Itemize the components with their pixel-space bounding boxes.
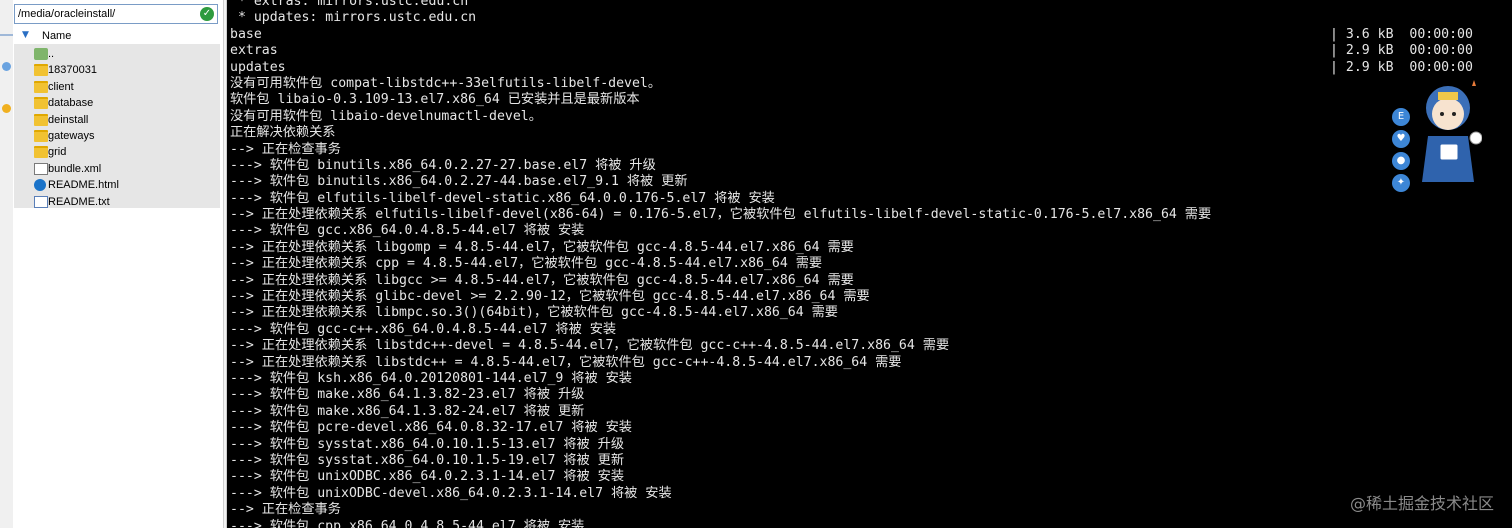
file-row[interactable]: 18370031 — [14, 62, 220, 78]
terminal-line: updates — [230, 59, 286, 75]
terminal-line: ---> 软件包 cpp.x86_64.0.4.8.5-44.el7 将被 安装 — [230, 518, 585, 528]
watermark: @稀土掘金技术社区 — [1349, 494, 1494, 513]
terminal-line: ---> 软件包 make.x86_64.1.3.82-24.el7 将被 更新 — [230, 403, 585, 419]
terminal-line: --> 正在处理依赖关系 libmpc.so.3()(64bit)，它被软件包 … — [230, 305, 838, 321]
terminal-line: ---> 软件包 ksh.x86_64.0.20120801-144.el7_9… — [230, 370, 632, 386]
text-file-icon — [34, 195, 48, 208]
toolbar-separator — [0, 34, 13, 36]
file-name: client — [48, 80, 74, 93]
heart-icon[interactable]: ♥ — [1392, 130, 1410, 148]
file-name: bundle.xml — [48, 162, 102, 175]
terminal-line: --> 正在处理依赖关系 libstdc++ = 4.8.5-44.el7，它被… — [230, 354, 902, 370]
terminal-line: * updates: mirrors.ustc.edu.cn — [230, 10, 477, 26]
terminal-line: --> 正在处理依赖关系 elfutils-libelf-devel(x86-6… — [230, 207, 1212, 223]
file-row[interactable]: database — [14, 95, 220, 111]
repo-download-status: | 3.6 kB 00:00:00 — [1330, 26, 1473, 42]
file-name: deinstall — [48, 113, 89, 126]
column-header-label: Name — [42, 30, 72, 42]
terminal-line: ---> 软件包 unixODBC-devel.x86_64.0.2.3.1-1… — [230, 485, 672, 501]
file-row[interactable]: deinstall — [14, 112, 220, 128]
repo-download-status: | 2.9 kB 00:00:00 — [1330, 59, 1473, 75]
file-name: grid — [48, 146, 67, 159]
terminal-line: ---> 软件包 elfutils-libelf-devel-static.x8… — [230, 190, 775, 206]
repo-download-status: | 2.9 kB 00:00:00 — [1330, 43, 1473, 59]
terminal-line: extras — [230, 43, 278, 59]
folder-icon — [34, 146, 48, 159]
terminal-line: --> 正在处理依赖关系 cpp = 4.8.5-44.el7，它被软件包 gc… — [230, 256, 823, 272]
terminal-output: * extras: mirrors.ustc.edu.cn * updates:… — [230, 0, 1510, 528]
terminal-line: 正在解决依赖关系 — [230, 125, 336, 141]
file-row[interactable]: client — [14, 79, 220, 95]
nav-arrow-icon[interactable] — [2, 62, 11, 71]
terminal-line: ---> 软件包 sysstat.x86_64.0.10.1.5-19.el7 … — [230, 452, 625, 468]
file-row[interactable]: .. — [14, 46, 220, 62]
terminal-line: --> 正在处理依赖关系 libgcc >= 4.8.5-44.el7，它被软件… — [230, 272, 854, 288]
terminal-line: 没有可用软件包 compat-libstdc++-33elfutils-libe… — [230, 75, 662, 91]
file-list: ▼ Name .. 18370031 client database deinstall… — [14, 28, 220, 208]
file-row[interactable]: bundle.xml — [14, 161, 220, 177]
folder-icon — [34, 64, 48, 77]
terminal-line: * extras: mirrors.ustc.edu.cn — [230, 0, 469, 9]
floating-widget[interactable]: E ♥ ● ✦ — [1392, 78, 1483, 192]
file-name: README.txt — [48, 195, 110, 208]
terminal-line: ---> 软件包 unixODBC.x86_64.0.2.3.1-14.el7 … — [230, 469, 625, 485]
widget-button-4[interactable]: ✦ — [1392, 174, 1410, 192]
terminal-line: ---> 软件包 gcc.x86_64.0.4.8.5-44.el7 将被 安装 — [230, 223, 585, 239]
path-input[interactable]: /media/oracleinstall/ ✓ — [14, 4, 218, 24]
terminal-line: ---> 软件包 binutils.x86_64.0.2.27-44.base.… — [230, 174, 688, 190]
folder-icon — [34, 130, 48, 142]
terminal-line: ---> 软件包 gcc-c++.x86_64.0.4.8.5-44.el7 将… — [230, 321, 617, 337]
check-icon[interactable]: ✓ — [200, 7, 214, 21]
parent-folder-icon — [34, 48, 48, 60]
status-light-icon[interactable] — [2, 104, 11, 113]
path-text: /media/oracleinstall/ — [18, 8, 116, 20]
terminal-window[interactable]: * extras: mirrors.ustc.edu.cn * updates:… — [227, 0, 1512, 528]
column-header-name[interactable]: ▼ Name — [14, 28, 220, 44]
terminal-line: --> 正在处理依赖关系 libstdc++-devel = 4.8.5-44.… — [230, 338, 950, 354]
terminal-line: --> 正在处理依赖关系 libgomp = 4.8.5-44.el7，它被软件… — [230, 239, 854, 255]
file-name: 18370031 — [48, 64, 97, 77]
terminal-line: ---> 软件包 sysstat.x86_64.0.10.1.5-13.el7 … — [230, 436, 625, 452]
terminal-line: 没有可用软件包 libaio-develnumactl-devel。 — [230, 108, 542, 124]
file-browser-panel: /media/oracleinstall/ ✓ ▼ Name .. 1837003… — [13, 0, 223, 528]
file-name: gateways — [48, 130, 95, 142]
folder-icon — [34, 97, 48, 110]
terminal-line: --> 正在处理依赖关系 glibc-devel >= 2.2.90-12，它被… — [230, 289, 870, 305]
terminal-line: --> 正在检查事务 — [230, 141, 341, 157]
file-name: database — [48, 97, 94, 110]
terminal-line: ---> 软件包 make.x86_64.1.3.82-23.el7 将被 升级 — [230, 387, 585, 403]
terminal-line: base — [230, 26, 262, 42]
widget-button-3[interactable]: ● — [1392, 152, 1410, 170]
terminal-line: ---> 软件包 pcre-devel.x86_64.0.8.32-17.el7… — [230, 420, 632, 436]
html-file-icon — [34, 179, 46, 192]
xml-file-icon — [34, 162, 48, 175]
file-row[interactable]: grid — [14, 144, 220, 160]
chevron-down-icon: ▼ — [22, 30, 29, 40]
folder-icon — [34, 113, 48, 126]
folder-icon — [34, 80, 48, 93]
file-name: .. — [48, 48, 55, 60]
terminal-line: 软件包 libaio-0.3.109-13.el7.x86_64 已安装并且是最… — [230, 92, 640, 108]
terminal-line: ---> 软件包 binutils.x86_64.0.2.27-27.base.… — [230, 157, 656, 173]
terminal-line: --> 正在检查事务 — [230, 502, 341, 518]
left-toolbar-strip — [0, 0, 14, 528]
file-row[interactable]: README.html — [14, 177, 220, 193]
file-name: README.html — [48, 179, 119, 192]
file-row[interactable]: README.txt — [14, 194, 220, 210]
widget-button-1[interactable]: E — [1392, 108, 1410, 126]
file-row[interactable]: gateways — [14, 128, 220, 144]
